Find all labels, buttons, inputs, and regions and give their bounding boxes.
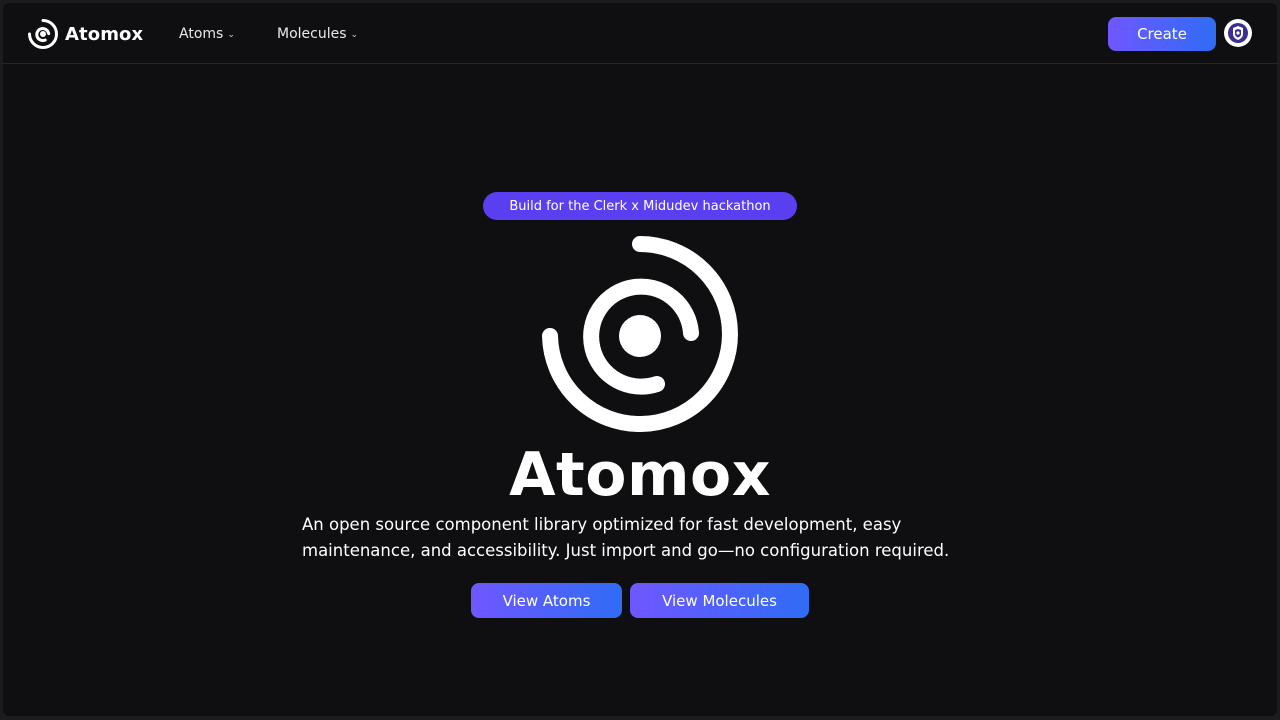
user-avatar-icon[interactable] xyxy=(1224,19,1252,47)
brand-link[interactable]: Atomox xyxy=(28,18,143,50)
nav-atoms-label: Atoms xyxy=(179,26,224,42)
chevron-down-icon: ⌄ xyxy=(350,30,359,40)
chevron-down-icon: ⌄ xyxy=(227,30,235,40)
hero-title: Atomox xyxy=(509,440,771,510)
hackathon-badge: Build for the Clerk x Midudev hackathon xyxy=(483,192,797,220)
view-atoms-button[interactable]: View Atoms xyxy=(471,583,622,618)
brand-name: Atomox xyxy=(65,23,144,45)
hero-actions: View Atoms View Molecules xyxy=(471,583,809,618)
create-button[interactable]: Create xyxy=(1108,17,1216,51)
hero-description: An open source component library optimiz… xyxy=(302,515,950,560)
view-molecules-button[interactable]: View Molecules xyxy=(630,583,809,618)
nav-molecules-label: Molecules xyxy=(277,26,347,42)
top-navbar: Atomox Atoms ⌄ Molecules ⌄ Create xyxy=(3,3,1277,64)
atom-logo-icon xyxy=(28,19,58,49)
nav-atoms-dropdown[interactable]: Atoms ⌄ xyxy=(179,23,235,45)
atom-logo-icon xyxy=(540,236,740,440)
nav-molecules-dropdown[interactable]: Molecules ⌄ xyxy=(277,23,358,45)
app-frame: Atomox Atoms ⌄ Molecules ⌄ Create Build … xyxy=(3,3,1277,716)
